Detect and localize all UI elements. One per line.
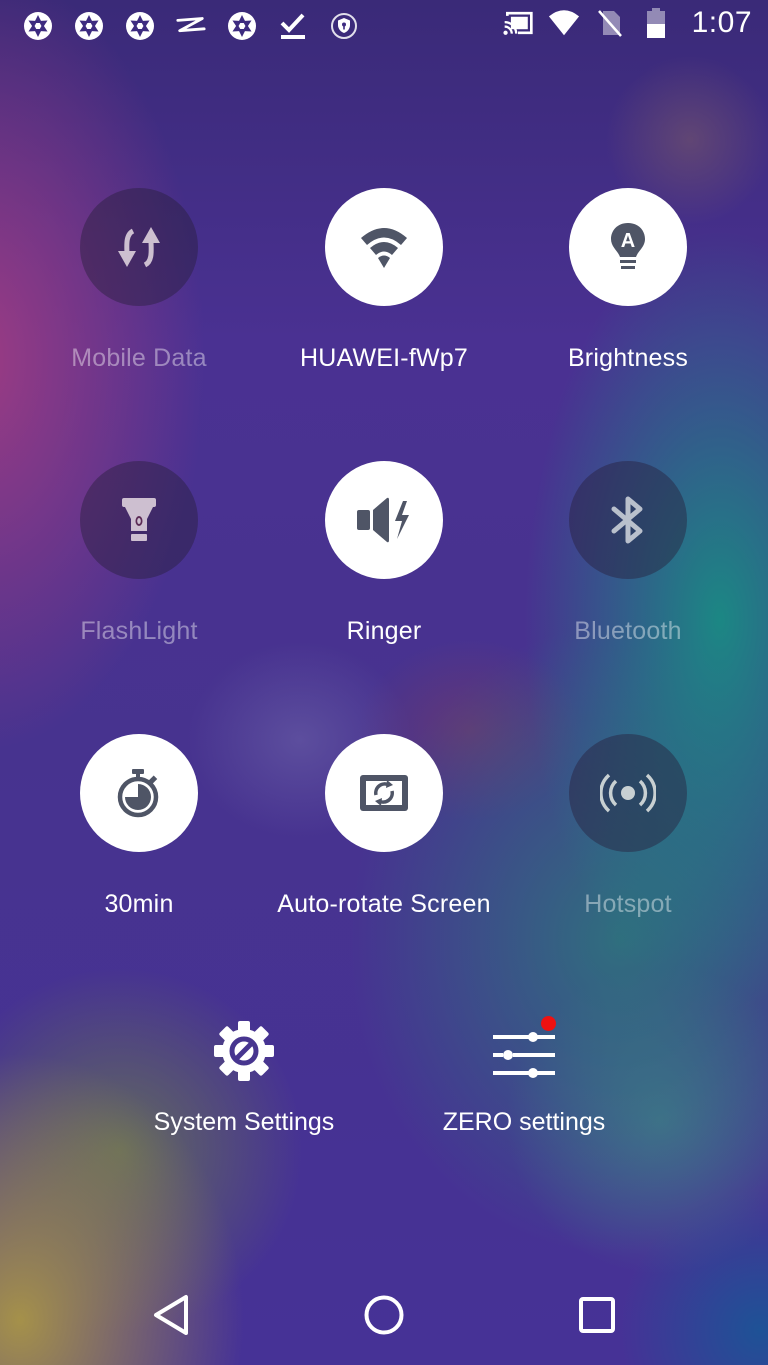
- zero-settings-button[interactable]: ZERO settings: [414, 1016, 634, 1137]
- brightness-toggle[interactable]: A: [569, 188, 687, 306]
- notification-badge: [541, 1016, 556, 1031]
- recents-button[interactable]: [567, 1290, 627, 1340]
- camera-aperture-icon: [226, 10, 258, 42]
- tile-auto-rotate[interactable]: Auto-rotate Screen: [264, 734, 504, 919]
- system-icons: 1:07: [502, 6, 752, 40]
- tile-label: Hotspot: [584, 890, 672, 918]
- gear-icon: [204, 1016, 284, 1086]
- speaker-vibrate-icon: [357, 497, 409, 543]
- tile-wifi[interactable]: HUAWEI-fWp7: [264, 188, 504, 373]
- status-bar: 1:07: [0, 0, 768, 52]
- tile-flashlight[interactable]: FlashLight: [19, 461, 259, 646]
- zero-settings-label: ZERO settings: [442, 1108, 606, 1136]
- wifi-icon: [548, 7, 580, 39]
- tile-label: Auto-rotate Screen: [277, 890, 491, 918]
- flashlight-toggle[interactable]: [80, 461, 198, 579]
- tile-label: HUAWEI-fWp7: [300, 344, 468, 372]
- camera-aperture-icon: [73, 10, 105, 42]
- flashlight-icon: [122, 498, 156, 541]
- tile-bluetooth[interactable]: Bluetooth: [508, 461, 748, 646]
- auto-rotate-toggle[interactable]: [325, 734, 443, 852]
- tile-label: 30min: [104, 890, 174, 918]
- battery-icon: [640, 7, 672, 39]
- clock: 1:07: [691, 6, 752, 39]
- home-icon: [364, 1295, 404, 1335]
- screen-timeout-toggle[interactable]: [80, 734, 198, 852]
- sliders-icon: [484, 1016, 564, 1086]
- no-sim-icon: [594, 7, 626, 39]
- hotspot-icon: [600, 773, 656, 813]
- bluetooth-icon: [611, 496, 643, 544]
- camera-aperture-icon: [22, 10, 54, 42]
- back-button[interactable]: [142, 1290, 202, 1340]
- stopwatch-icon: [117, 769, 159, 818]
- signature-icon: [175, 10, 207, 42]
- navigation-bar: [0, 1270, 768, 1365]
- camera-aperture-icon: [124, 10, 156, 42]
- shield-key-icon: [328, 10, 360, 42]
- auto-brightness-bulb-icon: A: [611, 223, 645, 269]
- svg-text:A: A: [621, 230, 635, 252]
- tile-label: FlashLight: [80, 617, 198, 645]
- tile-label: Ringer: [346, 617, 422, 645]
- system-settings-button[interactable]: System Settings: [134, 1016, 354, 1137]
- tile-brightness[interactable]: A Brightness: [508, 188, 748, 373]
- screen-rotation-icon: [360, 775, 408, 811]
- hotspot-toggle[interactable]: [569, 734, 687, 852]
- mobile-data-toggle[interactable]: [80, 188, 198, 306]
- notification-icons: [22, 10, 360, 42]
- cast-icon: [502, 7, 534, 39]
- recents-icon: [579, 1297, 615, 1333]
- tile-ringer[interactable]: Ringer: [264, 461, 504, 646]
- download-done-icon: [277, 10, 309, 42]
- tile-screen-timeout[interactable]: 30min: [19, 734, 259, 919]
- back-icon: [154, 1295, 188, 1335]
- tile-label: Mobile Data: [71, 344, 207, 372]
- wifi-icon: [361, 228, 407, 268]
- tile-mobile-data[interactable]: Mobile Data: [19, 188, 259, 373]
- tile-label: Brightness: [567, 344, 689, 372]
- swap-vertical-icon: [118, 227, 160, 268]
- tile-hotspot[interactable]: Hotspot: [508, 734, 748, 919]
- ringer-toggle[interactable]: [325, 461, 443, 579]
- system-settings-label: System Settings: [153, 1108, 335, 1136]
- home-button[interactable]: [354, 1290, 414, 1340]
- bluetooth-toggle[interactable]: [569, 461, 687, 579]
- tile-label: Bluetooth: [574, 617, 682, 645]
- wifi-toggle[interactable]: [325, 188, 443, 306]
